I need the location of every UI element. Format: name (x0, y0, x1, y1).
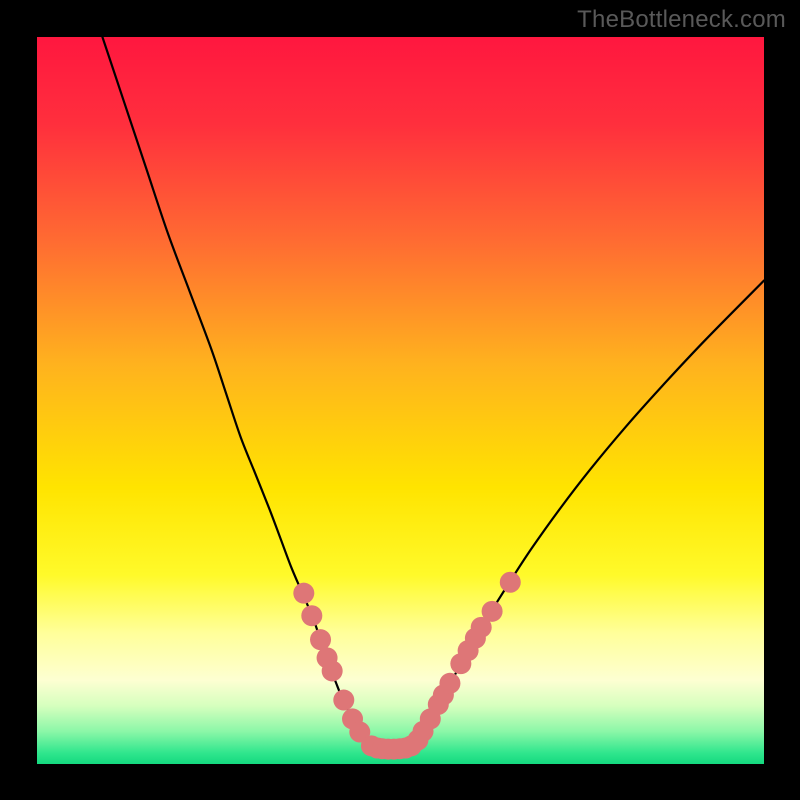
data-marker (333, 690, 354, 711)
watermark-text: TheBottleneck.com (577, 6, 786, 34)
gradient-background (37, 37, 764, 764)
data-marker (439, 673, 460, 694)
plot-svg (37, 37, 764, 764)
data-marker (482, 601, 503, 622)
plot-area (37, 37, 764, 764)
data-marker (301, 605, 322, 626)
data-marker (293, 583, 314, 604)
outer-frame: TheBottleneck.com (0, 0, 800, 800)
data-marker (500, 572, 521, 593)
data-marker (310, 629, 331, 650)
data-marker (322, 660, 343, 681)
